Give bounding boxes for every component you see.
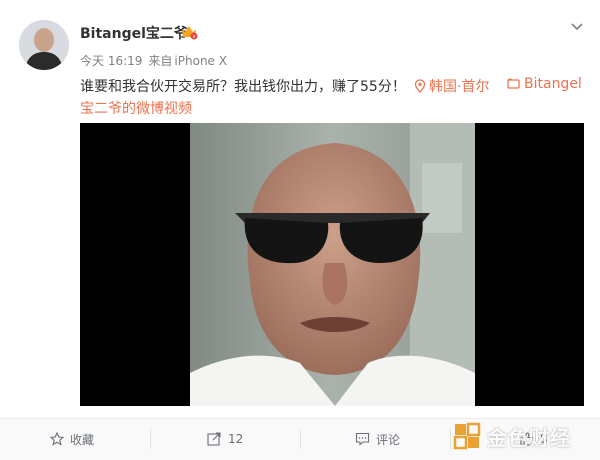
share-count: 12 (228, 432, 244, 446)
comment-icon (355, 432, 370, 446)
video-frame (190, 123, 475, 406)
vip-badge-icon[interactable]: v (180, 24, 198, 40)
avatar-photo (19, 20, 69, 70)
star-icon (50, 432, 64, 446)
favorite-label: 收藏 (70, 432, 95, 447)
weibo-post-card: Bitangel宝二爷 v 今天 16:19 来自 iPhone X 谁要和我合伙开… (0, 0, 600, 460)
favorite-button[interactable]: 收藏 (50, 419, 94, 459)
source-tag-label: Bitangel (524, 76, 582, 92)
video-link[interactable]: 宝二爷的微博视频 (80, 98, 192, 118)
watermark: 金色财经 (453, 420, 593, 452)
post-text: 谁要和我合伙开交易所？我出钱你出力，赚了55分！ (80, 79, 406, 95)
location-label: 韩国·首尔 (429, 79, 490, 95)
location-link[interactable]: 韩国·首尔 (414, 76, 489, 96)
divider (150, 429, 151, 449)
watermark-text: 金色财经 (487, 425, 571, 450)
location-pin-icon (414, 79, 426, 93)
avatar[interactable] (19, 20, 69, 70)
jinse-logo-icon (453, 422, 481, 450)
comment-button[interactable]: 评论 (355, 419, 400, 459)
post-timestamp[interactable]: 今天 16:19 (80, 54, 142, 68)
post-meta: 今天 16:19 来自 iPhone X (80, 52, 227, 69)
svg-text:v: v (193, 34, 196, 40)
topic-icon (507, 78, 520, 89)
share-button[interactable]: 12 (207, 419, 243, 459)
source-prefix: 来自 (148, 54, 173, 68)
divider (300, 429, 301, 449)
divider (450, 429, 451, 449)
post-device[interactable]: iPhone X (174, 54, 227, 68)
video-player[interactable] (80, 123, 584, 406)
chevron-down-icon[interactable] (568, 18, 586, 36)
username[interactable]: Bitangel宝二爷 (80, 23, 188, 43)
source-tag-link[interactable]: Bitangel (507, 76, 582, 92)
share-icon (207, 432, 221, 446)
comment-label: 评论 (376, 432, 401, 447)
